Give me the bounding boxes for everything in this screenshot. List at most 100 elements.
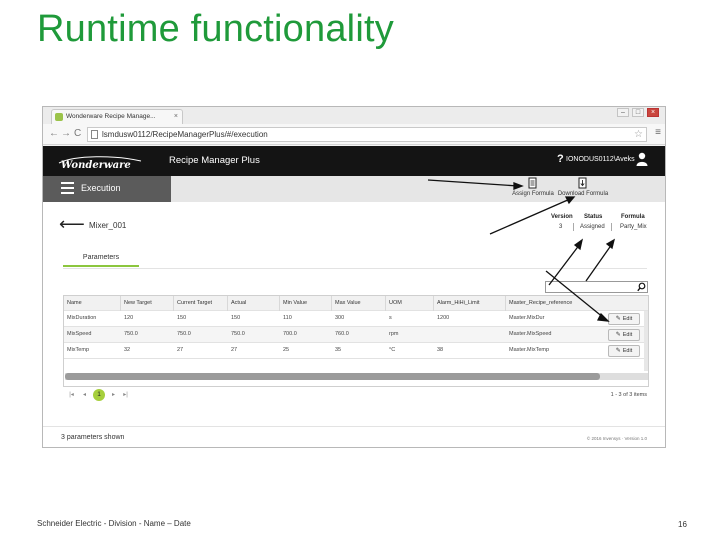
- column-header[interactable]: Name: [67, 300, 82, 306]
- prev-page-button[interactable]: ◂: [80, 391, 89, 400]
- column-separator: [227, 296, 228, 311]
- column-separator: [433, 296, 434, 311]
- slide-footer: Schneider Electric - Division - Name – D…: [37, 519, 191, 528]
- pager-info: 1 - 3 of 3 items: [610, 392, 647, 398]
- copyright-text: © 2016 Invensys · Version 1.0: [586, 436, 647, 441]
- version-value: 3: [559, 224, 563, 230]
- table-cell: 27: [177, 347, 184, 353]
- assign-formula-button[interactable]: Assign Formula: [505, 177, 561, 197]
- first-page-button[interactable]: |◂: [67, 391, 76, 400]
- next-page-button[interactable]: ▸: [109, 391, 118, 400]
- column-header[interactable]: New Target: [124, 300, 152, 306]
- reload-button[interactable]: C: [74, 128, 81, 140]
- column-header[interactable]: Max Value: [335, 300, 361, 306]
- browser-menu-icon[interactable]: ≡: [655, 127, 661, 138]
- table-cell: s: [389, 315, 392, 321]
- table-cell: 120: [124, 315, 134, 321]
- pencil-icon: ✎: [615, 332, 621, 338]
- tabs-divider: [63, 268, 647, 269]
- url-text: lsmdusw0112/RecipeManagerPlus/#/executio…: [102, 130, 268, 139]
- column-header[interactable]: UOM: [389, 300, 402, 306]
- column-separator: [173, 296, 174, 311]
- username-label[interactable]: IONODUS0112\Aveks: [566, 156, 635, 163]
- status-text: 3 parameters shown: [61, 434, 125, 441]
- app-title: Recipe Manager Plus: [169, 155, 260, 166]
- table-cell: 38: [437, 347, 444, 353]
- browser-tab-title: Wonderware Recipe Manage...: [66, 113, 156, 120]
- status-value: Assigned: [580, 224, 605, 230]
- forward-button[interactable]: →: [61, 128, 71, 140]
- svg-text:Wonderware: Wonderware: [61, 160, 131, 171]
- table-cell: 300: [335, 315, 345, 321]
- table-cell: 750.0: [177, 331, 191, 337]
- hamburger-menu-icon[interactable]: [61, 182, 74, 194]
- edit-button-label: Edit: [622, 332, 633, 338]
- divider: [573, 223, 574, 231]
- pencil-icon: ✎: [615, 348, 621, 354]
- status-label: Status: [584, 214, 603, 220]
- slide-title: Runtime functionality: [37, 8, 394, 50]
- column-header[interactable]: Alarm_HiHi_Limit: [437, 300, 479, 306]
- column-header[interactable]: Master_Recipe_reference: [509, 300, 572, 306]
- url-input[interactable]: lsmdusw0112/RecipeManagerPlus/#/executio…: [87, 127, 647, 142]
- tab-parameters[interactable]: Parameters: [63, 252, 139, 267]
- table-cell: 32: [124, 347, 131, 353]
- table-cell: MixDuration: [67, 315, 97, 321]
- column-separator: [505, 296, 506, 311]
- favicon-icon: [55, 113, 63, 121]
- status-bar: 3 parameters shown © 2016 Invensys · Ver…: [43, 426, 665, 447]
- tab-close-icon[interactable]: ×: [174, 110, 178, 123]
- window-close-button[interactable]: ×: [647, 108, 659, 117]
- edit-button-label: Edit: [622, 348, 633, 354]
- back-arrow-icon[interactable]: ⟵: [59, 215, 85, 233]
- table-cell: 750.0: [124, 331, 138, 337]
- main-content: ⟵ Mixer_001 Version Status Formula 3 Ass…: [43, 202, 665, 447]
- table-row[interactable]: MixTemp 32 27 27 25 35 °C 38 Master.MixTemp ✎ Edit: [64, 343, 648, 359]
- download-formula-icon: [578, 177, 587, 189]
- table-cell: 35: [335, 347, 342, 353]
- scrollbar-thumb[interactable]: [65, 373, 600, 380]
- table-cell: Master.MixTemp: [509, 347, 550, 353]
- vertical-scrollbar[interactable]: [644, 311, 648, 371]
- edit-button[interactable]: ✎ Edit: [608, 345, 640, 357]
- bookmark-star-icon[interactable]: ☆: [634, 128, 643, 141]
- search-icon[interactable]: [637, 282, 646, 292]
- user-icon[interactable]: [636, 152, 648, 166]
- edit-button[interactable]: ✎ Edit: [608, 329, 640, 341]
- last-page-button[interactable]: ▸|: [121, 391, 130, 400]
- grid-header-row: Name New Target Current Target Actual Min Va…: [64, 296, 648, 311]
- column-separator: [385, 296, 386, 311]
- table-row[interactable]: MixSpeed 750.0 750.0 750.0 700.0 760.0 rpm Mast…: [64, 327, 648, 343]
- table-row[interactable]: MixDuration 120 150 150 110 300 s 1200 Master.Mi…: [64, 311, 648, 327]
- divider: [611, 223, 612, 231]
- search-input[interactable]: [545, 281, 648, 293]
- table-cell: rpm: [389, 331, 399, 337]
- minimize-button[interactable]: –: [617, 108, 629, 117]
- horizontal-scrollbar[interactable]: [65, 373, 648, 380]
- browser-tab[interactable]: Wonderware Recipe Manage... ×: [51, 109, 183, 124]
- download-formula-label: Download Formula: [557, 191, 609, 197]
- execution-nav[interactable]: Execution: [43, 176, 171, 202]
- page-icon: [91, 130, 98, 139]
- column-header[interactable]: Current Target: [177, 300, 212, 306]
- page-number: 16: [678, 520, 687, 529]
- download-formula-button[interactable]: Download Formula: [555, 177, 611, 197]
- table-cell: 25: [283, 347, 290, 353]
- current-page-button[interactable]: 1: [93, 389, 105, 401]
- edit-button[interactable]: ✎ Edit: [608, 313, 640, 325]
- column-separator: [279, 296, 280, 311]
- browser-window: Wonderware Recipe Manage... × – □ × ← → …: [42, 106, 666, 448]
- version-label: Version: [551, 214, 573, 220]
- parameters-grid: Name New Target Current Target Actual Min Va…: [63, 295, 649, 387]
- help-icon[interactable]: ?: [557, 153, 564, 165]
- column-separator: [120, 296, 121, 311]
- table-cell: 700.0: [283, 331, 297, 337]
- column-header[interactable]: Actual: [231, 300, 246, 306]
- maximize-button[interactable]: □: [632, 108, 644, 117]
- assign-formula-icon: [528, 177, 537, 189]
- column-header[interactable]: Min Value: [283, 300, 307, 306]
- browser-tab-bar: Wonderware Recipe Manage... × – □ ×: [43, 107, 665, 124]
- assign-formula-label: Assign Formula: [512, 191, 554, 197]
- back-button[interactable]: ←: [49, 128, 59, 140]
- formula-value: Party_Mix: [620, 224, 647, 230]
